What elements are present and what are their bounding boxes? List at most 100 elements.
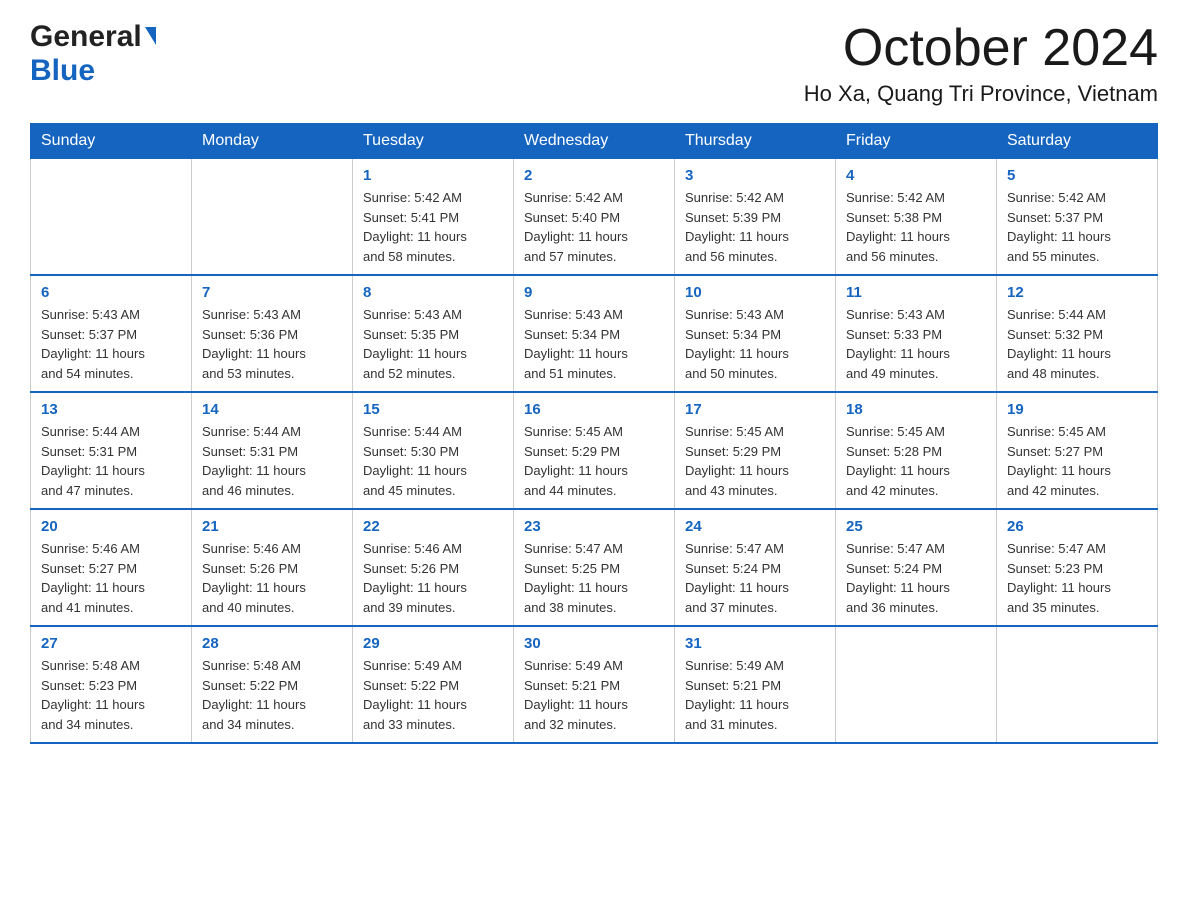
logo-general: General — [30, 20, 142, 54]
day-info: Sunrise: 5:43 AM Sunset: 5:34 PM Dayligh… — [685, 305, 825, 383]
calendar-cell: 22Sunrise: 5:46 AM Sunset: 5:26 PM Dayli… — [353, 509, 514, 626]
month-title: October 2024 — [804, 20, 1158, 77]
day-number: 15 — [363, 401, 503, 418]
calendar-cell: 30 Sunrise: 5:49 AM Sunset: 5:21 PM Dayli… — [514, 626, 675, 743]
day-number: 6 — [41, 284, 181, 301]
days-of-week-row: SundayMondayTuesdayWednesdayThursdayFrid… — [31, 124, 1158, 159]
calendar-cell: 19Sunrise: 5:45 AM Sunset: 5:27 PM Dayli… — [997, 392, 1158, 509]
day-number: 12 — [1007, 284, 1147, 301]
day-number: 18 — [846, 401, 986, 418]
location: Ho Xa, Quang Tri Province, Vietnam — [804, 81, 1158, 107]
day-info: Sunrise: 5:42 AM Sunset: 5:38 PM Dayligh… — [846, 188, 986, 266]
day-info: Sunrise: 5:47 AM Sunset: 5:25 PM Dayligh… — [524, 539, 664, 617]
calendar-week-5: 27 Sunrise: 5:48 AM Sunset: 5:23 PM Dayli… — [31, 626, 1158, 743]
day-number: 19 — [1007, 401, 1147, 418]
day-number: 7 — [202, 284, 342, 301]
day-info: Sunrise: 5:44 AM Sunset: 5:30 PM Dayligh… — [363, 422, 503, 500]
day-number: 23 — [524, 518, 664, 535]
day-of-week-sunday: Sunday — [31, 124, 192, 159]
day-info: Sunrise: 5:44 AM Sunset: 5:31 PM Dayligh… — [202, 422, 342, 500]
day-number: 2 — [524, 167, 664, 184]
day-number: 30 — [524, 635, 664, 652]
day-number: 11 — [846, 284, 986, 301]
day-number: 10 — [685, 284, 825, 301]
logo-blue: Blue — [30, 54, 95, 88]
calendar-cell: 6 Sunrise: 5:43 AM Sunset: 5:37 PM Daylig… — [31, 275, 192, 392]
title-block: October 2024 Ho Xa, Quang Tri Province, … — [804, 20, 1158, 107]
calendar-cell: 7 Sunrise: 5:43 AM Sunset: 5:36 PM Daylig… — [192, 275, 353, 392]
calendar-cell: 2 Sunrise: 5:42 AM Sunset: 5:40 PM Daylig… — [514, 159, 675, 276]
calendar-cell — [31, 159, 192, 276]
day-info: Sunrise: 5:43 AM Sunset: 5:36 PM Dayligh… — [202, 305, 342, 383]
calendar-cell — [997, 626, 1158, 743]
logo: General Blue — [30, 20, 156, 88]
calendar-cell: 3 Sunrise: 5:42 AM Sunset: 5:39 PM Daylig… — [675, 159, 836, 276]
day-number: 20 — [41, 518, 181, 535]
calendar-cell: 27 Sunrise: 5:48 AM Sunset: 5:23 PM Dayli… — [31, 626, 192, 743]
day-info: Sunrise: 5:42 AM Sunset: 5:39 PM Dayligh… — [685, 188, 825, 266]
day-number: 24 — [685, 518, 825, 535]
day-info: Sunrise: 5:47 AM Sunset: 5:24 PM Dayligh… — [846, 539, 986, 617]
day-info: Sunrise: 5:43 AM Sunset: 5:37 PM Dayligh… — [41, 305, 181, 383]
day-info: Sunrise: 5:42 AM Sunset: 5:37 PM Dayligh… — [1007, 188, 1147, 266]
calendar-cell: 18 Sunrise: 5:45 AM Sunset: 5:28 PM Dayli… — [836, 392, 997, 509]
day-number: 3 — [685, 167, 825, 184]
calendar-body: 1Sunrise: 5:42 AM Sunset: 5:41 PM Daylig… — [31, 159, 1158, 744]
calendar-week-3: 13 Sunrise: 5:44 AM Sunset: 5:31 PM Dayli… — [31, 392, 1158, 509]
day-info: Sunrise: 5:42 AM Sunset: 5:40 PM Dayligh… — [524, 188, 664, 266]
day-number: 26 — [1007, 518, 1147, 535]
calendar-cell: 28Sunrise: 5:48 AM Sunset: 5:22 PM Dayli… — [192, 626, 353, 743]
day-info: Sunrise: 5:45 AM Sunset: 5:28 PM Dayligh… — [846, 422, 986, 500]
calendar-cell: 12Sunrise: 5:44 AM Sunset: 5:32 PM Dayli… — [997, 275, 1158, 392]
calendar-cell: 16 Sunrise: 5:45 AM Sunset: 5:29 PM Dayli… — [514, 392, 675, 509]
day-number: 29 — [363, 635, 503, 652]
day-info: Sunrise: 5:49 AM Sunset: 5:21 PM Dayligh… — [524, 656, 664, 734]
day-number: 16 — [524, 401, 664, 418]
day-info: Sunrise: 5:47 AM Sunset: 5:23 PM Dayligh… — [1007, 539, 1147, 617]
day-of-week-saturday: Saturday — [997, 124, 1158, 159]
calendar-cell: 5Sunrise: 5:42 AM Sunset: 5:37 PM Daylig… — [997, 159, 1158, 276]
day-number: 13 — [41, 401, 181, 418]
calendar-cell: 17 Sunrise: 5:45 AM Sunset: 5:29 PM Dayli… — [675, 392, 836, 509]
day-info: Sunrise: 5:45 AM Sunset: 5:29 PM Dayligh… — [524, 422, 664, 500]
calendar-cell: 31 Sunrise: 5:49 AM Sunset: 5:21 PM Dayli… — [675, 626, 836, 743]
day-info: Sunrise: 5:43 AM Sunset: 5:34 PM Dayligh… — [524, 305, 664, 383]
calendar-week-2: 6 Sunrise: 5:43 AM Sunset: 5:37 PM Daylig… — [31, 275, 1158, 392]
day-info: Sunrise: 5:49 AM Sunset: 5:21 PM Dayligh… — [685, 656, 825, 734]
day-number: 28 — [202, 635, 342, 652]
calendar-cell: 25Sunrise: 5:47 AM Sunset: 5:24 PM Dayli… — [836, 509, 997, 626]
day-info: Sunrise: 5:46 AM Sunset: 5:26 PM Dayligh… — [363, 539, 503, 617]
calendar-cell: 9 Sunrise: 5:43 AM Sunset: 5:34 PM Daylig… — [514, 275, 675, 392]
calendar-cell: 23 Sunrise: 5:47 AM Sunset: 5:25 PM Dayli… — [514, 509, 675, 626]
day-info: Sunrise: 5:48 AM Sunset: 5:23 PM Dayligh… — [41, 656, 181, 734]
calendar-cell: 8 Sunrise: 5:43 AM Sunset: 5:35 PM Daylig… — [353, 275, 514, 392]
day-info: Sunrise: 5:46 AM Sunset: 5:26 PM Dayligh… — [202, 539, 342, 617]
calendar-cell: 20 Sunrise: 5:46 AM Sunset: 5:27 PM Dayli… — [31, 509, 192, 626]
day-info: Sunrise: 5:46 AM Sunset: 5:27 PM Dayligh… — [41, 539, 181, 617]
calendar-cell: 15 Sunrise: 5:44 AM Sunset: 5:30 PM Dayli… — [353, 392, 514, 509]
calendar-cell: 14 Sunrise: 5:44 AM Sunset: 5:31 PM Dayli… — [192, 392, 353, 509]
day-of-week-tuesday: Tuesday — [353, 124, 514, 159]
day-info: Sunrise: 5:42 AM Sunset: 5:41 PM Dayligh… — [363, 188, 503, 266]
calendar-week-4: 20 Sunrise: 5:46 AM Sunset: 5:27 PM Dayli… — [31, 509, 1158, 626]
day-info: Sunrise: 5:43 AM Sunset: 5:35 PM Dayligh… — [363, 305, 503, 383]
day-number: 17 — [685, 401, 825, 418]
day-number: 4 — [846, 167, 986, 184]
calendar-table: SundayMondayTuesdayWednesdayThursdayFrid… — [30, 123, 1158, 744]
day-number: 8 — [363, 284, 503, 301]
day-info: Sunrise: 5:43 AM Sunset: 5:33 PM Dayligh… — [846, 305, 986, 383]
day-of-week-thursday: Thursday — [675, 124, 836, 159]
day-number: 14 — [202, 401, 342, 418]
day-number: 27 — [41, 635, 181, 652]
calendar-cell: 4 Sunrise: 5:42 AM Sunset: 5:38 PM Daylig… — [836, 159, 997, 276]
day-of-week-wednesday: Wednesday — [514, 124, 675, 159]
day-number: 31 — [685, 635, 825, 652]
day-number: 9 — [524, 284, 664, 301]
calendar-cell — [836, 626, 997, 743]
calendar-header: SundayMondayTuesdayWednesdayThursdayFrid… — [31, 124, 1158, 159]
day-info: Sunrise: 5:45 AM Sunset: 5:29 PM Dayligh… — [685, 422, 825, 500]
calendar-cell: 13Sunrise: 5:44 AM Sunset: 5:31 PM Dayli… — [31, 392, 192, 509]
calendar-cell: 21Sunrise: 5:46 AM Sunset: 5:26 PM Dayli… — [192, 509, 353, 626]
logo-triangle-icon — [145, 27, 156, 45]
calendar-cell: 29Sunrise: 5:49 AM Sunset: 5:22 PM Dayli… — [353, 626, 514, 743]
